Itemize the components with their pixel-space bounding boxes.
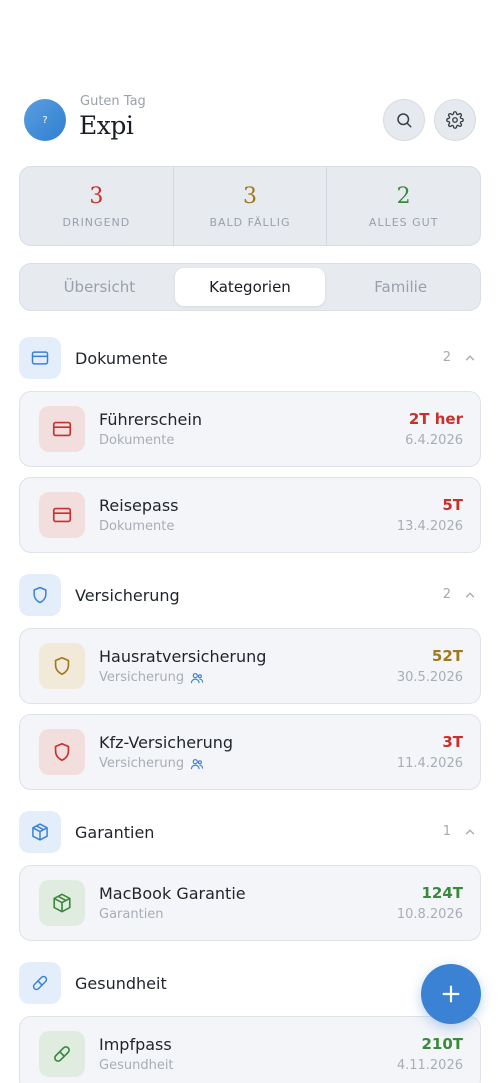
item-title: MacBook Garantie <box>99 884 246 903</box>
stat-value: 2 <box>396 183 411 209</box>
item-due: 5T <box>442 496 463 514</box>
item-icon <box>39 406 85 452</box>
category-header-dokumente[interactable]: Dokumente 2 <box>19 337 481 379</box>
item-card[interactable]: Kfz-Versicherung Versicherung 3T 11.4.20… <box>19 714 481 790</box>
plus-icon <box>442 985 460 1003</box>
item-title: Impfpass <box>99 1035 172 1054</box>
stat-urgent[interactable]: 3 DRINGEND <box>20 167 173 245</box>
item-date: 13.4.2026 <box>396 519 463 534</box>
category-title: Garantien <box>75 823 155 842</box>
category-icon <box>19 962 61 1004</box>
item-due: 2T her <box>408 410 463 428</box>
category-count: 1 <box>442 824 451 839</box>
shield-icon <box>33 586 47 604</box>
item-date: 10.8.2026 <box>396 907 463 922</box>
item-card[interactable]: MacBook Garantie Garantien 124T 10.8.202… <box>19 865 481 941</box>
category-count: 2 <box>442 350 451 365</box>
category-title: Dokumente <box>75 349 168 368</box>
category-icon <box>19 574 61 616</box>
item-card[interactable]: Reisepass Dokumente 5T 13.4.2026 <box>19 477 481 553</box>
item-due: 210T <box>421 1035 463 1053</box>
stat-value: 3 <box>243 183 257 209</box>
item-date: 11.4.2026 <box>396 756 463 771</box>
chevron-up-icon <box>465 829 475 835</box>
shared-users-icon <box>190 672 204 683</box>
category-header-garantien[interactable]: Garantien 1 <box>19 811 481 853</box>
item-due: 124T <box>421 884 463 902</box>
item-due: 52T <box>431 647 463 665</box>
item-title: Kfz-Versicherung <box>99 733 234 752</box>
box-icon <box>32 823 48 841</box>
app-title: Expi <box>79 111 134 140</box>
avatar[interactable]: ? <box>24 99 66 141</box>
item-subtitle: Gesundheit <box>99 1058 174 1073</box>
item-card[interactable]: Führerschein Dokumente 2T her 6.4.2026 <box>19 391 481 467</box>
add-item-button[interactable] <box>421 964 481 1024</box>
item-date: 4.11.2026 <box>396 1058 463 1073</box>
item-category: Dokumente <box>99 519 175 534</box>
stat-value: 3 <box>89 183 104 209</box>
item-icon <box>39 729 85 775</box>
item-subtitle: Dokumente <box>99 433 174 448</box>
item-subtitle: Versicherung <box>99 670 204 685</box>
tab-overview[interactable]: Übersicht <box>24 268 175 306</box>
status-summary: 3 DRINGEND 3 BALD FÄLLIG 2 ALLES GUT <box>19 166 481 246</box>
item-date: 30.5.2026 <box>396 670 463 685</box>
stat-label: DRINGEND <box>62 215 131 229</box>
chevron-up-icon <box>465 592 475 598</box>
item-due: 3T <box>442 733 463 751</box>
card-icon <box>52 421 72 437</box>
item-icon <box>39 1031 85 1077</box>
category-header-versicherung[interactable]: Versicherung 2 <box>19 574 481 616</box>
chevron-up-icon <box>465 355 475 361</box>
stat-label: ALLES GUT <box>368 215 439 229</box>
view-tabs: Übersicht Kategorien Familie <box>19 263 481 311</box>
pill-icon <box>32 975 48 991</box>
shared-users-icon <box>190 758 204 769</box>
gear-icon <box>446 111 464 129</box>
item-icon <box>39 643 85 689</box>
search-icon <box>397 113 412 128</box>
stat-ok[interactable]: 2 ALLES GUT <box>326 167 480 245</box>
item-subtitle: Garantien <box>99 907 164 922</box>
greeting-text: Guten Tag <box>80 94 146 109</box>
shield-icon <box>54 656 70 676</box>
card-icon <box>31 351 49 365</box>
app-header: ? Guten Tag Expi <box>24 94 476 148</box>
pill-icon <box>54 1046 70 1062</box>
category-count: 2 <box>442 587 451 602</box>
item-card[interactable]: Impfpass Gesundheit 210T 4.11.2026 <box>19 1016 481 1083</box>
item-subtitle: Dokumente <box>99 519 174 534</box>
card-icon <box>52 507 72 523</box>
item-title: Hausratversicherung <box>99 647 267 666</box>
tab-family[interactable]: Familie <box>325 268 476 306</box>
settings-button[interactable] <box>434 99 476 141</box>
item-card[interactable]: Hausratversicherung Versicherung 52T 30.… <box>19 628 481 704</box>
tab-categories[interactable]: Kategorien <box>174 268 326 306</box>
item-icon <box>39 492 85 538</box>
shield-icon <box>54 742 70 762</box>
item-icon <box>39 880 85 926</box>
item-category: Dokumente <box>99 433 175 448</box>
category-title: Gesundheit <box>75 974 167 993</box>
item-category: Versicherung <box>99 756 185 771</box>
category-icon <box>19 811 61 853</box>
avatar-letter: ? <box>42 114 48 126</box>
item-date: 6.4.2026 <box>405 433 463 448</box>
stat-label: BALD FÄLLIG <box>209 215 291 229</box>
search-button[interactable] <box>383 99 425 141</box>
item-title: Reisepass <box>99 496 179 515</box>
category-header-gesundheit[interactable]: Gesundheit <box>19 962 481 1004</box>
box-icon <box>53 893 71 913</box>
item-category: Versicherung <box>99 670 185 685</box>
stat-soon[interactable]: 3 BALD FÄLLIG <box>172 167 327 245</box>
item-subtitle: Versicherung <box>99 756 204 771</box>
item-title: Führerschein <box>99 410 202 429</box>
category-title: Versicherung <box>75 586 180 605</box>
category-icon <box>19 337 61 379</box>
item-category: Gesundheit <box>99 1058 174 1073</box>
item-category: Garantien <box>99 907 164 922</box>
